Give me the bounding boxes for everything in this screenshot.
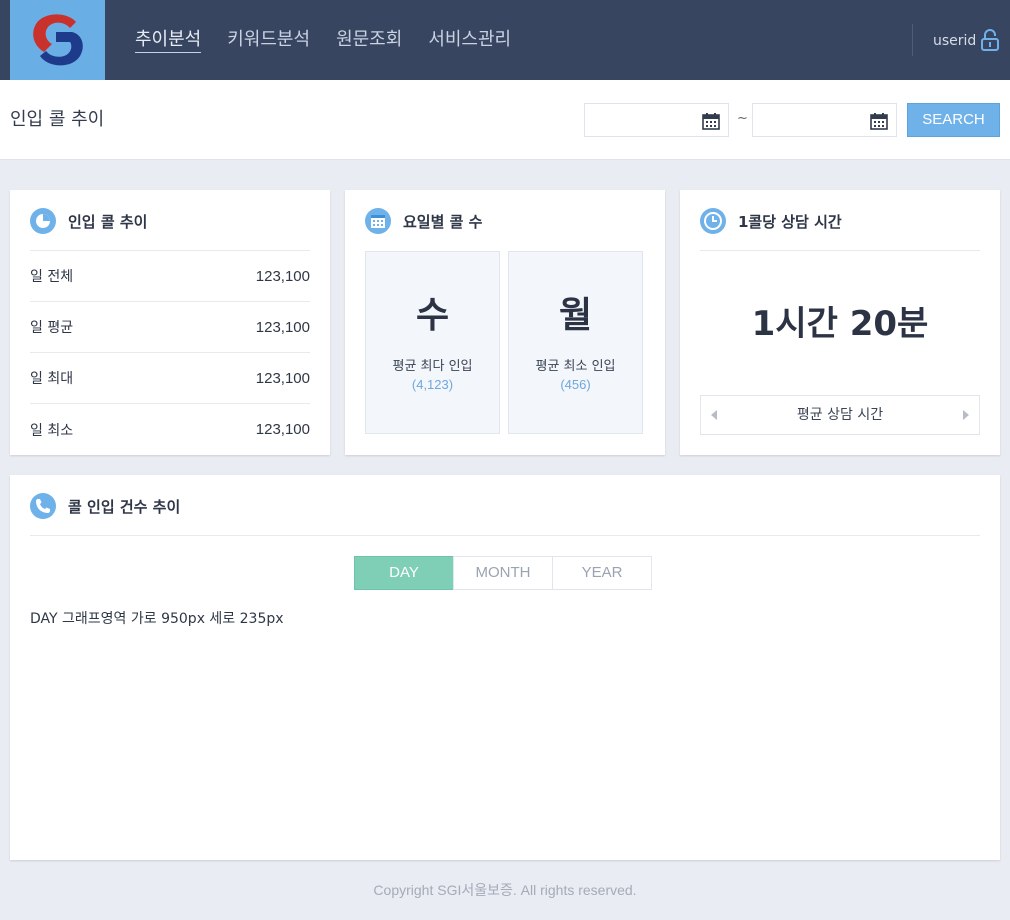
weekday-calls-card: 요일별 콜 수 수 평균 최다 인입 (4,123) 월 평균 최소 인입 (4…: [345, 190, 665, 455]
user-id-label[interactable]: userid: [933, 32, 976, 50]
consult-time-pager: 평균 상담 시간: [700, 395, 980, 435]
pie-chart-icon: [30, 208, 56, 234]
calendar-icon: [365, 208, 391, 234]
stat-row-daily-total: 일 전체 123,100: [30, 251, 310, 302]
day-caption: 평균 최소 인입: [535, 359, 616, 374]
day-count: (4,123): [411, 377, 454, 392]
page-header: 인입 콜 추이 ~ SEARCH: [0, 80, 1010, 160]
stat-label: 일 최소: [30, 422, 74, 439]
average-consult-time: 1시간 20분: [751, 304, 929, 344]
lock-icon[interactable]: [980, 28, 1000, 52]
card-title: 콜 인입 건수 추이: [68, 497, 181, 516]
card-header: 콜 인입 건수 추이: [30, 493, 180, 519]
nav-item-keyword-analysis[interactable]: 키워드분석: [227, 28, 310, 53]
stat-label: 일 전체: [30, 269, 74, 285]
calendar-icon[interactable]: [702, 112, 720, 130]
nav-item-source-lookup[interactable]: 원문조회: [336, 28, 402, 53]
tab-year[interactable]: YEAR: [552, 556, 652, 590]
divider: [700, 250, 980, 251]
stat-row-daily-max: 일 최대 123,100: [30, 353, 310, 404]
inflow-summary-card: 인입 콜 추이 일 전체 123,100 일 평균 123,100 일 최대 1…: [10, 190, 330, 455]
stat-value: 123,100: [255, 318, 310, 336]
day-name: 월: [558, 295, 593, 336]
day-caption: 평균 최다 인입: [392, 359, 473, 374]
divider: [30, 535, 980, 536]
main-menu: 추이분석 키워드분석 원문조회 서비스관리: [135, 28, 537, 53]
logo[interactable]: [10, 0, 105, 80]
nav-item-service-management[interactable]: 서비스관리: [428, 28, 511, 53]
nav-divider: [912, 24, 913, 56]
stat-row-daily-min: 일 최소 123,100: [30, 404, 310, 455]
day-count: (456): [560, 377, 591, 392]
stat-label: 일 최대: [30, 371, 74, 387]
footer-copyright: Copyright SGI서울보증. All rights reserved.: [373, 882, 637, 898]
card-title: 인입 콜 추이: [68, 212, 148, 231]
graph-area: [30, 635, 980, 855]
stat-value: 123,100: [255, 421, 310, 438]
page-title: 인입 콜 추이: [10, 109, 105, 130]
chevron-right-icon[interactable]: [962, 410, 969, 420]
card-header: 인입 콜 추이: [30, 208, 147, 234]
stat-label: 일 평균: [30, 320, 74, 336]
tab-day[interactable]: DAY: [354, 556, 454, 590]
stat-value: 123,100: [255, 369, 310, 387]
stat-value: 123,100: [255, 267, 310, 285]
period-tabs: DAY MONTH YEAR: [354, 556, 652, 590]
start-date-input[interactable]: [584, 103, 729, 137]
card-title: 1콜당 상담 시간: [738, 212, 842, 231]
card-title: 요일별 콜 수: [403, 212, 483, 231]
graph-placeholder-text: DAY 그래프영역 가로 950px 세로 235px: [30, 611, 284, 627]
tab-month[interactable]: MONTH: [453, 556, 553, 590]
search-button[interactable]: SEARCH: [907, 103, 1000, 137]
date-range-separator: ~: [737, 111, 748, 126]
quietest-day-box: 월 평균 최소 인입 (456): [508, 251, 643, 434]
top-navigation-bar: 추이분석 키워드분석 원문조회 서비스관리 userid: [0, 0, 1010, 80]
clock-icon: [700, 208, 726, 234]
consult-time-card: 1콜당 상담 시간 1시간 20분 평균 상담 시간: [680, 190, 1000, 455]
end-date-input[interactable]: [752, 103, 897, 137]
stat-row-daily-average: 일 평균 123,100: [30, 302, 310, 353]
day-name: 수: [415, 295, 450, 336]
chevron-left-icon[interactable]: [711, 410, 718, 420]
card-header: 1콜당 상담 시간: [700, 208, 842, 234]
card-header: 요일별 콜 수: [365, 208, 482, 234]
nav-item-trend-analysis[interactable]: 추이분석: [135, 28, 202, 53]
call-trend-card: 콜 인입 건수 추이 DAY MONTH YEAR DAY 그래프영역 가로 9…: [10, 475, 1000, 860]
busiest-day-box: 수 평균 최다 인입 (4,123): [365, 251, 500, 434]
calendar-icon[interactable]: [870, 112, 888, 130]
logo-mark-icon: [33, 14, 83, 66]
pager-label: 평균 상담 시간: [796, 407, 884, 423]
phone-icon: [30, 493, 56, 519]
